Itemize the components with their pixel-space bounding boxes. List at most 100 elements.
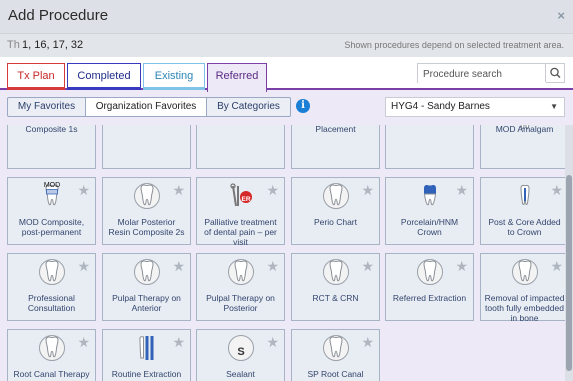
procedure-name: RCT & CRN — [312, 293, 359, 303]
icon-badge-text: MOD — [44, 182, 60, 189]
tab-referred[interactable]: Referred — [207, 63, 267, 92]
icon-badge-text: ER — [241, 196, 250, 203]
procedure-name: SP Root Canal Therapy on Molar Tooth — [302, 369, 369, 381]
procedure-tile[interactable]: ★ Perio Chart — [291, 177, 380, 245]
procedures-note: Shown procedures depend on selected trea… — [344, 40, 564, 50]
procedure-name: Root Canal Therapy on Molar Tooth — [13, 369, 90, 381]
procedure-name: Referred Extraction — [392, 293, 467, 303]
dental-tools-er-icon: ER — [230, 183, 252, 207]
procedure-name: Professional Consultation — [27, 293, 76, 313]
tooth-icon — [323, 335, 349, 361]
procedure-tile[interactable]: S ★ Sealant — [196, 329, 285, 381]
procedure-tile[interactable]: ★ Removal of impacted tooth fully embedde… — [480, 253, 569, 323]
close-icon[interactable]: × — [557, 8, 565, 23]
procedure-name: MOD Amalgam — [495, 125, 554, 134]
chevron-down-icon: ▼ — [550, 102, 558, 111]
procedure-name: Composite 1s — [25, 125, 78, 134]
sealant-icon: S — [228, 335, 254, 361]
filter-my-favorites[interactable]: My Favorites — [7, 97, 86, 117]
procedure-tile[interactable]: ★ Post & Core Added to Crown — [480, 177, 569, 245]
procedure-tile[interactable]: ★ — [385, 125, 474, 169]
provider-select[interactable]: HYG4 - Sandy Barnes ▼ — [385, 97, 565, 117]
procedure-grid: ★Composite 1s★★★Placement★MOD★MOD Amalga… — [0, 125, 573, 381]
tab-existing[interactable]: Existing — [143, 63, 205, 90]
procedure-name: Molar Posterior Resin Composite 2s — [108, 217, 185, 237]
tooth-icon — [134, 259, 160, 285]
procedure-tile[interactable]: ★ Routine Extraction — [102, 329, 191, 381]
tooth-icon — [417, 259, 443, 285]
procedure-tile[interactable]: ★ Pulpal Therapy on Anterior — [102, 253, 191, 321]
procedure-name: Placement — [315, 125, 356, 134]
grid-scrollbar[interactable] — [565, 125, 573, 381]
tooth-icon — [512, 259, 538, 285]
favorite-star-icon[interactable]: ★ — [266, 183, 279, 197]
favorite-star-icon[interactable]: ★ — [77, 335, 90, 349]
procedure-tile[interactable]: ★ Root Canal Therapy on Molar Tooth — [7, 329, 96, 381]
teeth-value: 1, 16, 17, 32 — [22, 39, 84, 51]
favorite-star-icon[interactable]: ★ — [172, 335, 185, 349]
dialog-titlebar: Add Procedure × — [0, 0, 573, 33]
procedure-tile[interactable]: ★ Pulpal Therapy on Posterior — [196, 253, 285, 321]
procedure-tile[interactable]: ★ Professional Consultation — [7, 253, 96, 321]
procedure-name: Post & Core Added to Crown — [488, 217, 561, 237]
treatment-area-bar: Th 1, 16, 17, 32 Shown procedures depend… — [0, 33, 573, 57]
favorite-star-icon[interactable]: ★ — [361, 259, 374, 273]
tooth-mod-composite-icon: MOD — [44, 182, 60, 206]
procedure-search — [417, 63, 565, 84]
favorite-star-icon[interactable]: ★ — [361, 335, 374, 349]
favorite-star-icon[interactable]: ★ — [455, 259, 468, 273]
favorite-star-icon[interactable]: ★ — [172, 183, 185, 197]
search-button[interactable] — [545, 64, 564, 82]
tooth-extraction-icon — [139, 336, 154, 360]
scrollbar-thumb[interactable] — [566, 175, 572, 371]
favorite-star-icon[interactable]: ★ — [266, 259, 279, 273]
procedure-name: Porcelain/HNM Crown — [400, 217, 459, 237]
teeth-label: Th — [7, 39, 20, 51]
procedure-tile[interactable]: ★ Porcelain/HNM Crown — [385, 177, 474, 245]
tooth-post-icon — [520, 184, 530, 205]
filter-by-categories[interactable]: By Categories — [206, 97, 291, 117]
procedure-tile[interactable]: ★ SP Root Canal Therapy on Molar Tooth — [291, 329, 380, 381]
procedure-tile[interactable]: ★ Referred Extraction — [385, 253, 474, 321]
tooth-icon — [228, 259, 254, 285]
dialog-title: Add Procedure — [8, 7, 109, 24]
search-icon — [550, 67, 561, 78]
favorite-star-icon[interactable]: ★ — [77, 259, 90, 273]
procedure-tile[interactable]: ★ RCT & CRN — [291, 253, 380, 321]
procedure-tile[interactable]: ★ — [102, 125, 191, 169]
procedure-name: Pulpal Therapy on Anterior — [112, 293, 181, 313]
tab-tx-plan[interactable]: Tx Plan — [7, 63, 65, 90]
procedure-tile[interactable]: ★ Molar Posterior Resin Composite 2s — [102, 177, 191, 245]
favorite-star-icon[interactable]: ★ — [266, 335, 279, 349]
procedure-name: Pulpal Therapy on Posterior — [206, 293, 275, 313]
provider-selected-value: HYG4 - Sandy Barnes — [391, 101, 490, 112]
procedure-name: Palliative treatment of dental pain – pe… — [204, 217, 277, 247]
tooth-crown-icon — [423, 184, 437, 206]
add-procedure-dialog: Add Procedure × Th 1, 16, 17, 32 Shown p… — [0, 0, 573, 381]
favorite-star-icon[interactable]: ★ — [550, 259, 563, 273]
tooth-icon — [39, 259, 65, 285]
procedure-tile[interactable]: MOD★MOD Amalgam — [480, 125, 569, 169]
favorite-star-icon[interactable]: ★ — [550, 183, 563, 197]
filter-row: My Favorites Organization Favorites By C… — [0, 90, 573, 125]
tab-completed[interactable]: Completed — [67, 63, 141, 90]
favorite-star-icon[interactable]: ★ — [361, 183, 374, 197]
procedure-name: Routine Extraction — [111, 369, 182, 379]
icon-badge-text: S — [237, 346, 244, 358]
procedure-tile[interactable]: ★Composite 1s — [7, 125, 96, 169]
favorite-star-icon[interactable]: ★ — [455, 183, 468, 197]
favorite-star-icon[interactable]: ★ — [172, 259, 185, 273]
procedure-tile[interactable]: ★Placement — [291, 125, 380, 169]
info-icon[interactable]: i — [296, 99, 310, 113]
procedure-name: Sealant — [226, 369, 255, 379]
tooth-icon — [323, 259, 349, 285]
favorite-star-icon[interactable]: ★ — [77, 183, 90, 197]
tooth-icon — [323, 183, 349, 209]
procedure-name: Removal of impacted tooth fully embedded… — [484, 293, 565, 323]
procedure-tile[interactable]: ER ★ Palliative treatment of dental pain –… — [196, 177, 285, 247]
filter-organization-favorites[interactable]: Organization Favorites — [85, 97, 207, 117]
procedure-search-input[interactable] — [418, 65, 546, 84]
procedure-tile[interactable]: MOD ★ MOD Composite, post-permanent — [7, 177, 96, 245]
procedure-tile[interactable]: ★ — [196, 125, 285, 169]
procedure-name: Perio Chart — [314, 217, 357, 227]
